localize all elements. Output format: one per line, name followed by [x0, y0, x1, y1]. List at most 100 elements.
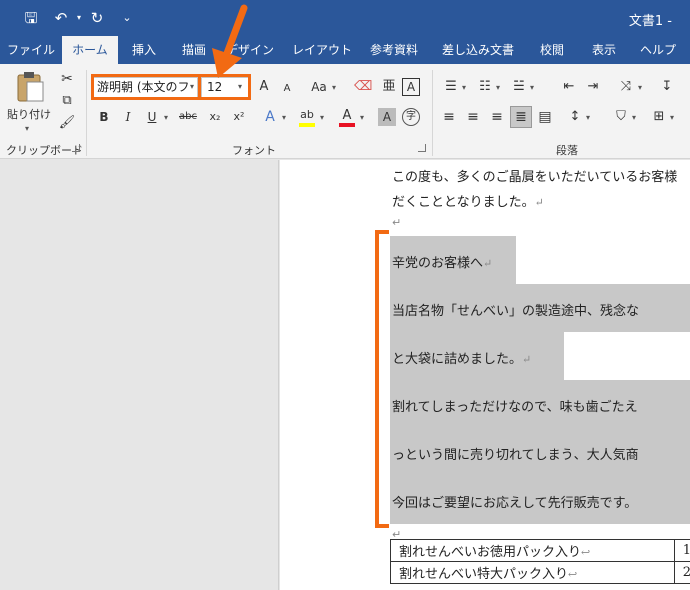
format-painter-icon[interactable]: 🖌: [58, 114, 76, 134]
underline-dropdown-icon[interactable]: ▾: [164, 113, 168, 122]
selected-line-2: 当店名物「せんべい」の製造途中、残念な: [392, 300, 639, 319]
table-cell[interactable]: 割れせんべい特大パック入り↩: [390, 561, 675, 584]
selected-line-1-text: 辛党のお客様へ: [392, 256, 484, 271]
table-cell[interactable]: 2: [673, 561, 690, 584]
multilevel-list-icon[interactable]: ☱: [510, 78, 528, 98]
selected-line-6-text: 今回はご要望にお応えして先行販売です。: [392, 496, 638, 511]
font-color-icon[interactable]: A: [338, 108, 356, 128]
asian-layout-dropdown-icon[interactable]: ▾: [638, 83, 642, 92]
selected-line-5-text: っという間に売り切れてしまう、大人気商: [392, 448, 639, 463]
character-shading-icon[interactable]: A: [378, 108, 396, 126]
cell-text: 1: [682, 543, 690, 558]
grow-font-icon[interactable]: A: [256, 78, 272, 98]
bullets-dropdown-icon[interactable]: ▾: [462, 83, 466, 92]
italic-button[interactable]: I: [120, 108, 136, 128]
product-table[interactable]: 割れせんべいお徳用パック入り↩ 1 割れせんべい特大パック入り↩ 2: [390, 539, 690, 584]
paragraph-mark: ↵: [483, 257, 493, 270]
tab-help[interactable]: ヘルプ: [636, 36, 680, 64]
tab-home[interactable]: ホーム: [62, 36, 118, 64]
workspace-margin: [0, 160, 279, 590]
font-launcher-icon[interactable]: [418, 144, 426, 152]
customize-qat-icon[interactable]: ⌄: [118, 9, 136, 27]
numbering-icon[interactable]: ☷: [476, 78, 494, 98]
text-effects-icon[interactable]: A: [262, 108, 278, 128]
paragraph-group-label: 段落: [556, 144, 578, 157]
intro-line-2: だくこととなりました。↵: [392, 191, 544, 210]
line-spacing-icon[interactable]: ↕: [566, 108, 584, 128]
align-center-icon[interactable]: ≡: [464, 108, 482, 128]
save-icon[interactable]: 🖫: [22, 9, 40, 27]
ribbon-tabs: ファイル ホーム 挿入 描画 デザイン レイアウト 参考資料 差し込み文書 校閲…: [0, 36, 690, 64]
enclose-characters-icon[interactable]: 字: [402, 108, 420, 126]
bold-button[interactable]: B: [96, 108, 112, 128]
character-border-icon[interactable]: A: [402, 78, 420, 96]
cell-text: 割れせんべい特大パック入り: [399, 567, 569, 582]
change-case-dropdown-icon[interactable]: ▾: [332, 83, 336, 92]
table-cell[interactable]: 1: [673, 539, 690, 562]
text-effects-dropdown-icon[interactable]: ▾: [282, 113, 286, 122]
multilevel-dropdown-icon[interactable]: ▾: [530, 83, 534, 92]
bullets-icon[interactable]: ☰: [442, 78, 460, 98]
clear-formatting-icon[interactable]: ⌫: [354, 78, 372, 98]
asian-layout-icon[interactable]: ⤨: [616, 78, 636, 98]
tab-references[interactable]: 参考資料: [362, 36, 426, 64]
align-right-icon[interactable]: ≡: [488, 108, 506, 128]
tab-review[interactable]: 校閲: [530, 36, 574, 64]
copy-icon[interactable]: ⧉: [58, 92, 76, 112]
highlight-icon[interactable]: ab: [298, 108, 316, 128]
undo-icon[interactable]: ↶: [52, 9, 70, 27]
subscript-button[interactable]: x₂: [206, 108, 224, 128]
distributed-icon[interactable]: ▤: [536, 108, 554, 128]
tab-insert[interactable]: 挿入: [122, 36, 166, 64]
paragraph-mark: ↵: [534, 196, 544, 209]
paste-dropdown-icon[interactable]: ▾: [25, 124, 29, 133]
decrease-indent-icon[interactable]: ⇤: [560, 78, 578, 98]
selected-line-2-text: 当店名物「せんべい」の製造途中、残念な: [392, 304, 640, 319]
tab-file[interactable]: ファイル: [6, 36, 56, 64]
strikethrough-button[interactable]: abc: [176, 108, 200, 128]
redo-icon[interactable]: ↻: [88, 9, 106, 27]
undo-dropdown-icon[interactable]: ▾: [70, 9, 88, 27]
paste-button[interactable]: 貼り付け ▾: [6, 70, 52, 133]
selected-line-3-text: と大袋に詰めました。: [392, 352, 523, 367]
change-case-icon[interactable]: Aa: [308, 78, 330, 98]
cell-end-mark: ↩: [568, 568, 578, 581]
increase-indent-icon[interactable]: ⇥: [584, 78, 602, 98]
highlight-dropdown-icon[interactable]: ▾: [320, 113, 324, 122]
justify-icon[interactable]: ≣: [510, 106, 532, 128]
cut-icon[interactable]: ✂: [58, 70, 76, 90]
superscript-button[interactable]: x²: [230, 108, 248, 128]
shading-icon[interactable]: ⛉: [612, 108, 630, 128]
borders-dropdown-icon[interactable]: ▾: [670, 113, 674, 122]
selected-line-4: 割れてしまっただけなので、味も歯ごたえ: [392, 396, 638, 415]
intro-line-1-text: この度も、多くのご晶屓をいただいているお客様: [392, 170, 678, 185]
selected-line-5: っという間に売り切れてしまう、大人気商: [392, 444, 639, 463]
document-page[interactable]: この度も、多くのご晶屓をいただいているお客様 だくこととなりました。↵ ↵ 辛党…: [280, 160, 690, 590]
borders-icon[interactable]: ⊞: [650, 108, 668, 128]
numbering-dropdown-icon[interactable]: ▾: [496, 83, 500, 92]
tab-view[interactable]: 表示: [582, 36, 626, 64]
shading-dropdown-icon[interactable]: ▾: [632, 113, 636, 122]
table-cell[interactable]: 割れせんべいお徳用パック入り↩: [390, 539, 675, 562]
line-spacing-dropdown-icon[interactable]: ▾: [586, 113, 590, 122]
selected-line-1: 辛党のお客様へ↵: [392, 252, 492, 271]
paragraph-mark: ↵: [522, 353, 532, 366]
table-row: 割れせんべい特大パック入り↩ 2: [390, 561, 690, 584]
underline-button[interactable]: U: [144, 108, 160, 128]
shrink-font-icon[interactable]: A: [280, 80, 294, 100]
selected-line-6: 今回はご要望にお応えして先行販売です。: [392, 492, 637, 511]
clipboard-launcher-icon[interactable]: [72, 144, 80, 152]
sort-icon[interactable]: ↧: [658, 78, 676, 98]
highlight-color-swatch: [299, 123, 315, 127]
phonetic-guide-icon[interactable]: 亜: [380, 78, 398, 98]
font-color-swatch: [339, 123, 355, 127]
cell-end-mark: ↩: [581, 546, 591, 559]
align-left-icon[interactable]: ≡: [440, 108, 458, 128]
tab-mailings[interactable]: 差し込み文書: [436, 36, 520, 64]
cell-text: 割れせんべいお徳用パック入り: [399, 545, 582, 560]
intro-line-2-text: だくこととなりました。: [392, 195, 535, 210]
selected-line-3: と大袋に詰めました。↵: [392, 348, 531, 367]
tab-layout[interactable]: レイアウト: [290, 36, 354, 64]
font-color-dropdown-icon[interactable]: ▾: [360, 113, 364, 122]
group-separator: [86, 70, 87, 156]
